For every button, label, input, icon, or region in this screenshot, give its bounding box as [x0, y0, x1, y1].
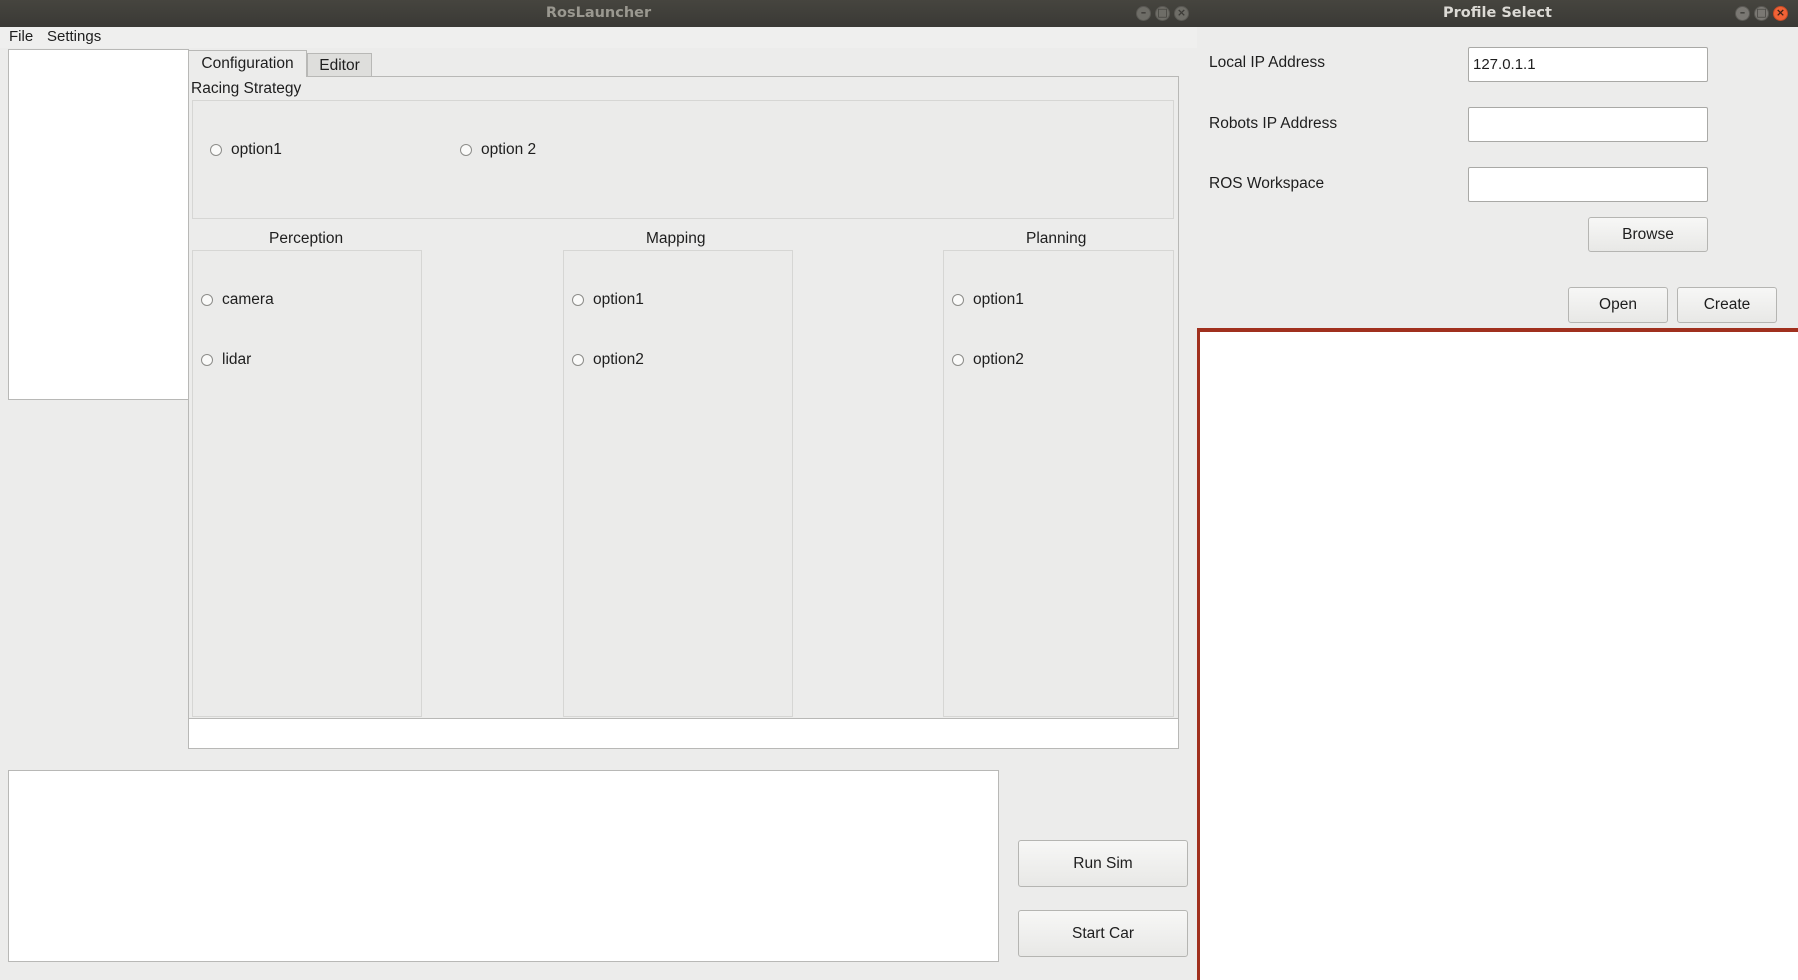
- mapping-option2-radio[interactable]: option2: [572, 351, 644, 369]
- perception-group: camera lidar: [192, 250, 422, 717]
- mapping-option1-label: option1: [593, 291, 644, 308]
- start-car-button[interactable]: Start Car: [1018, 910, 1188, 957]
- planning-option2-label: option2: [973, 351, 1024, 368]
- profile-titlebar[interactable]: Profile Select – □ ×: [1197, 0, 1798, 27]
- open-button[interactable]: Open: [1568, 287, 1668, 323]
- radio-circle: [572, 294, 584, 306]
- maximize-icon[interactable]: □: [1754, 6, 1769, 21]
- mapping-option2-label: option2: [593, 351, 644, 368]
- racing-strategy-title: Racing Strategy: [191, 80, 302, 97]
- ros-workspace-label: ROS Workspace: [1209, 175, 1325, 192]
- radio-circle: [210, 144, 222, 156]
- configuration-pane: Racing Strategy option1 option 2 Percept…: [188, 76, 1179, 749]
- mapping-title: Mapping: [646, 230, 706, 247]
- create-button[interactable]: Create: [1677, 287, 1777, 323]
- profile-form: Local IP Address 127.0.1.1 Robots IP Add…: [1197, 27, 1798, 328]
- roslauncher-window: RosLauncher – □ × File Settings Configur…: [0, 0, 1197, 980]
- robots-ip-input[interactable]: [1468, 107, 1708, 142]
- menu-file[interactable]: File: [9, 28, 33, 45]
- profile-window-title: Profile Select: [1443, 5, 1552, 21]
- profile-select-window: Profile Select – □ × Local IP Address 12…: [1197, 0, 1798, 980]
- close-icon[interactable]: ×: [1174, 6, 1189, 21]
- tab-configuration[interactable]: Configuration: [188, 50, 307, 77]
- close-icon[interactable]: ×: [1773, 6, 1788, 21]
- planning-option1-radio[interactable]: option1: [952, 291, 1024, 309]
- planning-group: option1 option2: [943, 250, 1174, 717]
- menu-settings[interactable]: Settings: [47, 28, 101, 45]
- racing-strategy-group: option1 option 2: [192, 100, 1174, 219]
- planning-title: Planning: [1026, 230, 1087, 247]
- browse-button[interactable]: Browse: [1588, 217, 1708, 252]
- radio-circle: [952, 294, 964, 306]
- mapping-option1-radio[interactable]: option1: [572, 291, 644, 309]
- racing-option1-label: option1: [231, 141, 282, 158]
- profile-window-empty-area: [1197, 328, 1798, 980]
- planning-option1-label: option1: [973, 291, 1024, 308]
- perception-lidar-radio[interactable]: lidar: [201, 351, 251, 369]
- radio-circle: [201, 354, 213, 366]
- ros-workspace-input[interactable]: [1468, 167, 1708, 202]
- profile-list[interactable]: [8, 49, 189, 400]
- perception-lidar-label: lidar: [222, 351, 252, 368]
- perception-title: Perception: [269, 230, 344, 247]
- racing-option2-label: option 2: [481, 141, 537, 158]
- radio-circle: [201, 294, 213, 306]
- perception-camera-label: camera: [222, 291, 274, 308]
- main-titlebar[interactable]: RosLauncher – □ ×: [0, 0, 1197, 27]
- maximize-icon[interactable]: □: [1155, 6, 1170, 21]
- run-sim-button[interactable]: Run Sim: [1018, 840, 1188, 887]
- radio-circle: [460, 144, 472, 156]
- robots-ip-label: Robots IP Address: [1209, 115, 1338, 132]
- racing-option2-radio[interactable]: option 2: [460, 141, 536, 159]
- planning-option2-radio[interactable]: option2: [952, 351, 1024, 369]
- radio-circle: [572, 354, 584, 366]
- menubar: File Settings: [0, 27, 1197, 48]
- racing-option1-radio[interactable]: option1: [210, 141, 282, 159]
- perception-camera-radio[interactable]: camera: [201, 291, 274, 309]
- radio-circle: [952, 354, 964, 366]
- minimize-icon[interactable]: –: [1735, 6, 1750, 21]
- minimize-icon[interactable]: –: [1136, 6, 1151, 21]
- local-ip-input[interactable]: 127.0.1.1: [1468, 47, 1708, 82]
- tab-editor[interactable]: Editor: [307, 53, 372, 77]
- mapping-group: option1 option2: [563, 250, 793, 717]
- main-window-title: RosLauncher: [545, 5, 652, 21]
- local-ip-label: Local IP Address: [1209, 54, 1326, 71]
- status-strip: [188, 718, 1179, 749]
- console-output[interactable]: [8, 770, 999, 962]
